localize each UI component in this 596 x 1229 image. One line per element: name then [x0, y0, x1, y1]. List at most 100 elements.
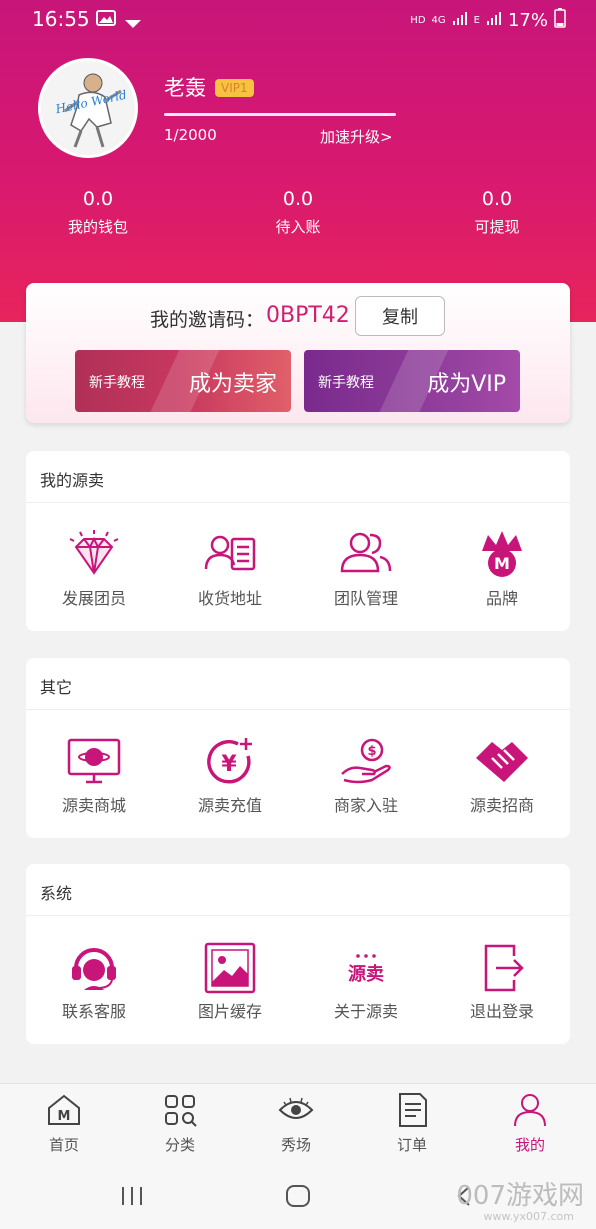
- become-vip-button[interactable]: 新手教程 成为VIP: [304, 350, 520, 412]
- promo-label: 成为卖家: [188, 372, 277, 397]
- about-logo-icon: 源卖: [338, 942, 394, 994]
- menu-investment[interactable]: 源卖招商: [434, 710, 570, 838]
- yen-symbol: ¥: [221, 752, 237, 777]
- gallery-icon: [96, 10, 116, 30]
- become-seller-button[interactable]: 新手教程 成为卖家: [75, 350, 291, 412]
- eye-icon: [278, 1092, 314, 1128]
- menu-about[interactable]: 源卖 关于源卖: [298, 916, 434, 1044]
- nav-orders[interactable]: 订单: [354, 1084, 470, 1168]
- status-bar: 16:55 HD 4G E 17%: [0, 0, 596, 38]
- menu-logout[interactable]: 退出登录: [434, 916, 570, 1044]
- menu-contact-service[interactable]: 联系客服: [26, 916, 162, 1044]
- nav-category[interactable]: 分类: [122, 1084, 238, 1168]
- category-icon: [162, 1092, 198, 1128]
- stat-value: 0.0: [481, 188, 513, 210]
- invite-label: 我的邀请码：: [150, 309, 265, 331]
- menu-label: 图片缓存: [197, 1002, 262, 1021]
- username: 老轰: [164, 76, 206, 100]
- order-icon: [394, 1092, 430, 1128]
- nav-mine[interactable]: 我的: [472, 1084, 588, 1168]
- section-items: 发展团员 收货地址 团队管理 M 品牌: [26, 503, 570, 631]
- invite-card: 我的邀请码： 0BPT42 复制 新手教程 成为卖家 新手教程 成为VIP: [26, 283, 570, 423]
- menu-yuanmai-mall[interactable]: 源卖商城: [26, 710, 162, 838]
- stat-label: 待入账: [275, 218, 321, 236]
- yen-recharge-icon: ¥: [202, 736, 258, 788]
- menu-image-cache[interactable]: 图片缓存: [162, 916, 298, 1044]
- stat-wallet[interactable]: 0.0 我的钱包: [38, 188, 158, 237]
- battery-percent: 17%: [507, 10, 548, 31]
- menu-label: 源卖充值: [197, 796, 262, 815]
- stat-label: 我的钱包: [67, 218, 128, 236]
- coin-symbol: $: [367, 744, 376, 759]
- home-button-icon[interactable]: [285, 1184, 311, 1212]
- recent-apps-icon[interactable]: [120, 1185, 144, 1211]
- status-right: HD 4G E 17%: [410, 8, 566, 33]
- menu-label: 关于源卖: [333, 1002, 398, 1021]
- menu-label: 发展团员: [61, 589, 126, 608]
- nav-label: 秀场: [280, 1136, 311, 1154]
- nav-label: 首页: [48, 1136, 79, 1154]
- section-items: 源卖商城 ¥ 源卖充值 $ 商家入驻 源卖招商: [26, 710, 570, 838]
- nav-label: 订单: [396, 1136, 427, 1154]
- status-time: 16:55: [32, 7, 90, 31]
- promo-tag: 新手教程: [89, 375, 145, 391]
- stat-value: 0.0: [282, 188, 314, 210]
- handshake-icon: [474, 736, 530, 788]
- bottom-nav: M 首页 分类 秀场 订单 我的: [0, 1083, 596, 1167]
- menu-label: 源卖招商: [469, 796, 534, 815]
- section-other: 其它 源卖商城 ¥ 源卖充值 $ 商家入驻 源卖招商: [26, 658, 570, 838]
- menu-brand[interactable]: M 品牌: [434, 503, 570, 631]
- menu-label: 收货地址: [197, 589, 262, 608]
- level-progress-bar: [164, 113, 396, 116]
- upgrade-link[interactable]: 加速升级>: [320, 126, 393, 147]
- signal-icon-2: [486, 10, 502, 31]
- menu-merchant-join[interactable]: $ 商家入驻: [298, 710, 434, 838]
- nav-home[interactable]: M 首页: [6, 1084, 122, 1168]
- menu-shipping-address[interactable]: 收货地址: [162, 503, 298, 631]
- menu-label: 品牌: [485, 589, 518, 608]
- watermark: 007游戏网: [456, 1181, 584, 1211]
- crown-brand-icon: M: [474, 529, 530, 581]
- menu-label: 联系客服: [61, 1002, 126, 1021]
- copy-button[interactable]: 复制: [355, 296, 445, 336]
- vip-badge: VIP1: [215, 79, 254, 97]
- home-glyph: M: [58, 1109, 71, 1124]
- about-logo-text: 源卖: [348, 963, 384, 985]
- home-icon: M: [46, 1092, 82, 1128]
- menu-label: 源卖商城: [61, 796, 126, 815]
- nav-showroom[interactable]: 秀场: [238, 1084, 354, 1168]
- stat-label: 可提现: [474, 218, 520, 236]
- hand-coin-icon: $: [338, 736, 394, 788]
- nav-label: 我的: [514, 1136, 545, 1154]
- net-4g-indicator: 4G: [431, 15, 446, 26]
- section-title: 我的源卖: [40, 471, 105, 490]
- section-title: 其它: [40, 678, 73, 697]
- menu-team-management[interactable]: 团队管理: [298, 503, 434, 631]
- menu-label: 退出登录: [469, 1002, 534, 1021]
- hd-indicator: HD: [410, 15, 426, 26]
- brand-badge-letter: M: [494, 554, 510, 573]
- menu-develop-members[interactable]: 发展团员: [26, 503, 162, 631]
- diamond-icon: [66, 529, 122, 581]
- stat-value: 0.0: [82, 188, 114, 210]
- promo-label: 成为VIP: [427, 372, 506, 397]
- battery-icon: [554, 8, 566, 33]
- user-icon: [512, 1092, 548, 1128]
- avatar[interactable]: Hello World: [38, 58, 138, 158]
- watermark-url: www.yx007.com: [483, 1210, 574, 1223]
- section-title: 系统: [40, 884, 73, 903]
- dropdown-notification-icon: [124, 14, 142, 33]
- nav-label: 分类: [164, 1136, 195, 1154]
- team-icon: [338, 529, 394, 581]
- menu-label: 团队管理: [333, 589, 398, 608]
- stat-withdrawable[interactable]: 0.0 可提现: [437, 188, 557, 237]
- invite-line: 我的邀请码： 0BPT42 复制: [26, 295, 570, 336]
- promo-tag: 新手教程: [318, 375, 374, 391]
- menu-yuanmai-recharge[interactable]: ¥ 源卖充值: [162, 710, 298, 838]
- signal-icon: [452, 10, 468, 31]
- headset-icon: [66, 942, 122, 994]
- header-background: [0, 0, 596, 322]
- section-system: 系统 联系客服 图片缓存 源卖 关于源卖 退出登录: [26, 864, 570, 1044]
- stat-pending[interactable]: 0.0 待入账: [238, 188, 358, 237]
- invite-code: 0BPT42: [266, 303, 350, 328]
